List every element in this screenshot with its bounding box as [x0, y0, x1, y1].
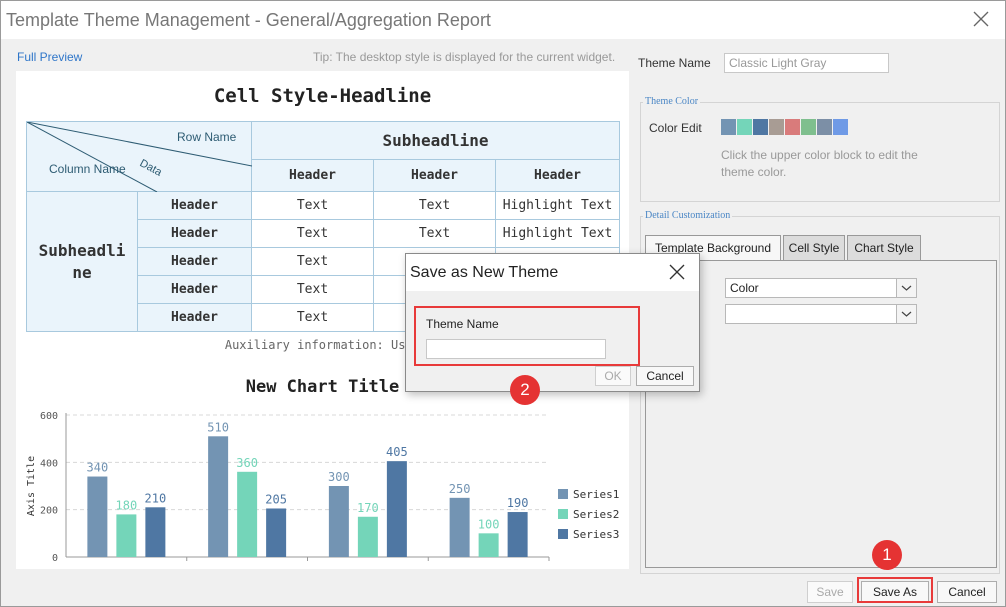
column-header: Header: [373, 159, 496, 192]
theme-name-input[interactable]: [724, 53, 889, 73]
subheadline-top: Subheadline: [251, 121, 620, 160]
bar: [116, 514, 137, 557]
tab-chart-style[interactable]: Chart Style: [847, 235, 921, 261]
legend-label: Series3: [573, 528, 619, 541]
cancel-button[interactable]: Cancel: [937, 581, 997, 603]
tab-cell-style[interactable]: Cell Style: [783, 235, 845, 261]
theme-name-highlight: [414, 306, 640, 366]
background-color-dropdown[interactable]: [896, 304, 917, 324]
dialog-ok-button[interactable]: OK: [595, 366, 631, 386]
detail-customization-legend: Detail Customization: [643, 210, 733, 221]
step-badge-1: 1: [872, 540, 902, 570]
row-header: Header: [137, 219, 252, 248]
color-swatch[interactable]: [753, 119, 768, 135]
dialog-title: Save as New Theme: [410, 264, 559, 281]
y-tick-label: 400: [40, 458, 58, 469]
color-swatch[interactable]: [737, 119, 752, 135]
bar-chart: 0200400600Axis Title340180210Category151…: [26, 411, 619, 564]
color-edit-label: Color Edit: [649, 121, 702, 135]
subheadline-side: Subheadli ne: [26, 191, 138, 332]
background-type-select[interactable]: Color: [725, 278, 897, 298]
dialog-title-bar: Save as New Theme: [406, 254, 699, 291]
table-cell: Text: [251, 247, 374, 276]
row-header: Header: [137, 275, 252, 304]
color-swatch[interactable]: [785, 119, 800, 135]
bar: [208, 436, 229, 557]
data-label: 190: [507, 496, 529, 510]
legend-swatch: [558, 489, 568, 499]
bar: [507, 512, 528, 557]
data-label: 340: [87, 461, 109, 475]
color-swatch[interactable]: [769, 119, 784, 135]
report-title: Cell Style-Headline: [213, 85, 432, 107]
bar: [386, 461, 407, 557]
color-swatch[interactable]: [801, 119, 816, 135]
dialog-close-icon[interactable]: [668, 263, 686, 281]
window-title: Template Theme Management - General/Aggr…: [6, 10, 491, 30]
data-label: 205: [265, 492, 287, 506]
legend-label: Series2: [573, 508, 619, 521]
step-badge-2: 2: [510, 375, 540, 405]
data-label: 300: [328, 470, 350, 484]
theme-color-legend: Theme Color: [643, 96, 701, 107]
bar: [357, 516, 378, 557]
row-header: Header: [137, 303, 252, 332]
data-label: 210: [145, 491, 167, 505]
corner-row-name: Row Name: [177, 130, 237, 144]
background-type-dropdown[interactable]: [896, 278, 917, 298]
data-label: 510: [207, 420, 229, 434]
column-header: Header: [495, 159, 620, 192]
bar: [266, 508, 287, 557]
save-as-new-theme-dialog: Save as New Theme Theme Name OK Cancel: [405, 253, 700, 392]
bar: [237, 471, 258, 557]
table-cell: Text: [373, 191, 496, 220]
row-header: Header: [137, 247, 252, 276]
tip-text: Tip: The desktop style is displayed for …: [313, 50, 616, 64]
save-button[interactable]: Save: [807, 581, 853, 603]
y-axis-title: Axis Title: [26, 456, 37, 516]
bar: [449, 497, 470, 557]
table-cell: Text: [373, 219, 496, 248]
bar: [145, 507, 166, 557]
save-as-highlight: [857, 577, 933, 603]
y-tick-label: 0: [52, 553, 58, 564]
theme-management-window: Template Theme Management - General/Aggr…: [0, 0, 1006, 607]
chevron-down-icon: [901, 285, 912, 291]
bar: [478, 533, 499, 557]
color-swatch[interactable]: [721, 119, 736, 135]
table-cell: Text: [251, 191, 374, 220]
data-label: 170: [357, 501, 379, 515]
data-label: 250: [449, 482, 471, 496]
legend-swatch: [558, 509, 568, 519]
color-swatch[interactable]: [833, 119, 848, 135]
table-cell: Highlight Text: [495, 191, 620, 220]
y-tick-label: 600: [40, 411, 58, 422]
data-label: 100: [478, 517, 500, 531]
column-header: Header: [251, 159, 374, 192]
table-cell: Text: [251, 219, 374, 248]
title-bar: Template Theme Management - General/Aggr…: [1, 1, 1005, 39]
chevron-down-icon: [901, 311, 912, 317]
legend-label: Series1: [573, 488, 619, 501]
table-cell: Text: [251, 303, 374, 332]
data-label: 405: [386, 445, 408, 459]
color-swatch[interactable]: [817, 119, 832, 135]
close-icon[interactable]: [969, 7, 993, 31]
table-cell: Text: [251, 275, 374, 304]
background-color-select[interactable]: [725, 304, 897, 324]
corner-column-name: Column Name: [49, 162, 126, 176]
table-cell: Highlight Text: [495, 219, 620, 248]
full-preview-link[interactable]: Full Preview: [17, 50, 82, 64]
row-header: Header: [137, 191, 252, 220]
bar: [87, 476, 108, 557]
dialog-cancel-button[interactable]: Cancel: [636, 366, 694, 386]
y-tick-label: 200: [40, 506, 58, 517]
data-label: 360: [236, 456, 258, 470]
bar: [328, 486, 349, 557]
legend-swatch: [558, 529, 568, 539]
corner-cell: Row Name Data Column Name: [26, 121, 252, 192]
data-label: 180: [116, 498, 138, 512]
color-hint: Click the upper color block to edit the …: [721, 148, 918, 179]
theme-name-label: Theme Name: [638, 56, 711, 70]
